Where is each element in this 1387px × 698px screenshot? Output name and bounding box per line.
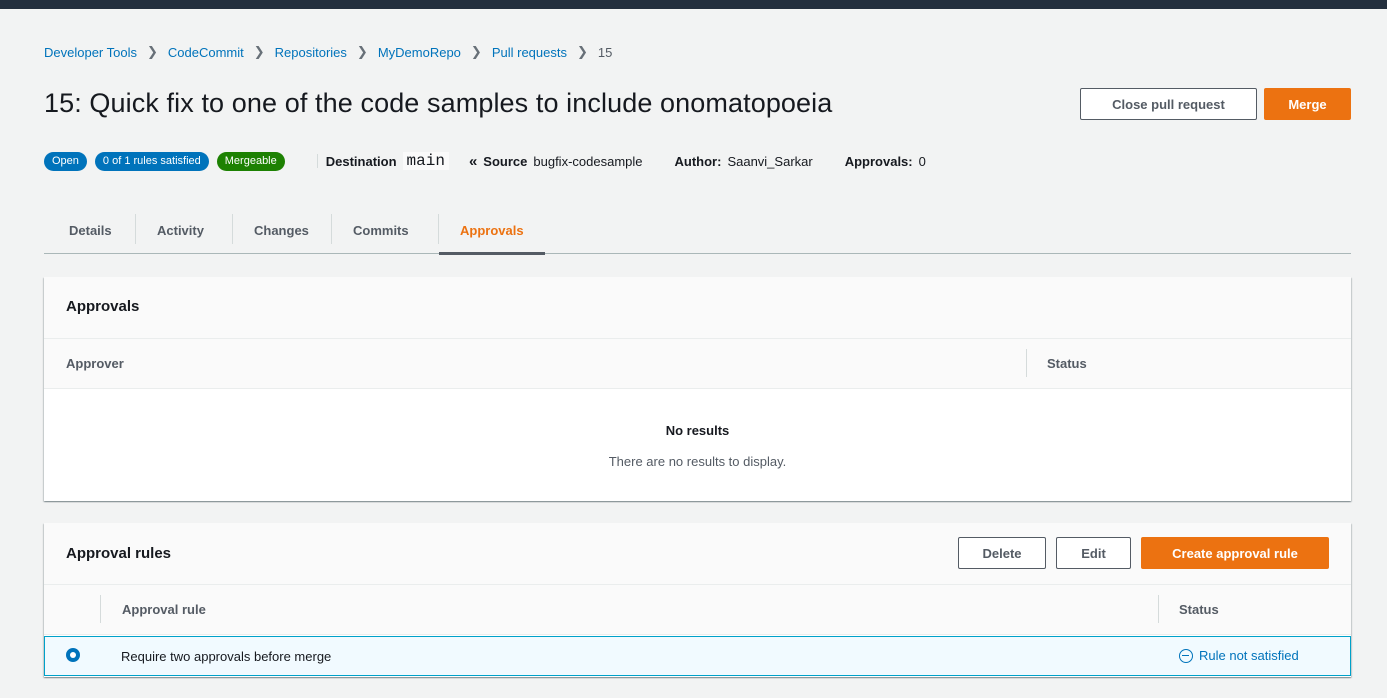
approval-rules-panel-header: Approval rules Delete Edit Create approv… [44,523,1351,585]
tab-changes[interactable]: Changes [233,206,330,254]
edit-button[interactable]: Edit [1056,537,1131,569]
approvals-count: 0 [918,153,926,169]
close-pull-request-button[interactable]: Close pull request [1080,88,1257,120]
status-column-header: Status [1047,356,1087,371]
console-top-bar [0,0,1387,9]
tab-approvals[interactable]: Approvals [439,206,545,255]
tab-activity[interactable]: Activity [136,206,225,254]
approval-rules-panel-title: Approval rules [66,545,172,562]
divider [316,154,318,168]
destination-label: Destination [325,153,397,169]
breadcrumb-repository[interactable]: MyDemoRepo [378,45,461,60]
tab-commits[interactable]: Commits [332,206,430,254]
chevron-right-icon: ❯ [146,44,158,59]
approval-rule-name: Require two approvals before merge [121,649,332,664]
rule-status-text: Rule not satisfied [1199,648,1299,663]
column-divider [100,595,101,623]
tab-bar: Details Activity Changes Commits Approva… [44,206,1351,255]
source-label: Source [483,153,528,169]
double-chevron-left-icon: « [468,152,478,170]
breadcrumb-repositories[interactable]: Repositories [275,45,347,60]
merge-button[interactable]: Merge [1264,88,1351,120]
approval-rule-column-header: Approval rule [122,602,206,617]
approvals-panel-title: Approvals [66,298,140,315]
tab-label: Changes [254,222,309,238]
breadcrumb-developer-tools[interactable]: Developer Tools [44,45,137,60]
delete-button[interactable]: Delete [958,537,1046,569]
pull-request-status-row: Open 0 of 1 rules satisfied Mergeable De… [44,151,958,171]
approvals-label: Approvals: [844,153,913,169]
breadcrumb-current: 15 [597,44,613,60]
rule-status-column-header: Status [1179,602,1219,617]
breadcrumb: Developer Tools ❯ CodeCommit ❯ Repositor… [44,44,612,60]
chevron-right-icon: ❯ [356,44,368,59]
minus-circle-icon [1179,648,1193,663]
page-title: 15: Quick fix to one of the code samples… [44,88,833,118]
row-select-radio[interactable] [66,648,80,662]
tab-details[interactable]: Details [48,206,133,254]
status-badge: Open [44,151,87,171]
source-branch: bugfix-codesample [533,153,643,169]
rules-badge: 0 of 1 rules satisfied [94,151,209,171]
author-label: Author: [674,153,722,169]
chevron-right-icon: ❯ [253,44,265,59]
approvals-panel-header: Approvals [44,277,1351,339]
table-row[interactable]: Require two approvals before merge Rule … [44,636,1351,676]
approval-rules-panel: Approval rules Delete Edit Create approv… [44,523,1351,677]
chevron-right-icon: ❯ [470,44,482,59]
rule-status: Rule not satisfied [1179,648,1299,663]
approvals-panel: Approvals Approver Status No results The… [44,277,1351,501]
chevron-right-icon: ❯ [576,44,588,59]
approver-column-header: Approver [66,356,124,371]
approval-rules-table-header: Approval rule Status [44,585,1351,635]
destination-branch: main [402,152,449,170]
approvals-table-header: Approver Status [44,339,1351,389]
tab-label: Details [69,222,112,238]
mergeable-badge: Mergeable [216,151,285,171]
breadcrumb-codecommit[interactable]: CodeCommit [168,45,244,60]
tab-label: Approvals [460,222,524,238]
column-divider [1026,349,1027,377]
empty-state-description: There are no results to display. [608,454,787,469]
tab-label: Activity [157,222,204,238]
create-approval-rule-button[interactable]: Create approval rule [1141,537,1329,569]
tab-label: Commits [353,222,409,238]
breadcrumb-pull-requests[interactable]: Pull requests [492,45,567,60]
empty-state-title: No results [665,423,730,438]
column-divider [1158,595,1159,623]
author-value: Saanvi_Sarkar [727,153,813,169]
